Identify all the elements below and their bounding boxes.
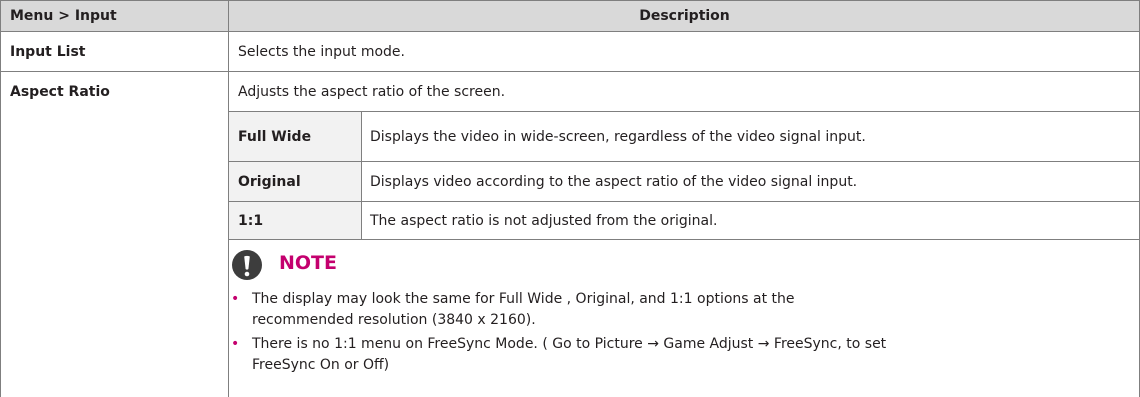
border-top xyxy=(0,0,1140,1)
option-name-full-wide: Full Wide xyxy=(238,129,312,145)
divider-option-col xyxy=(361,111,362,240)
divider-row2 xyxy=(228,111,1140,112)
note-title: NOTE xyxy=(279,252,337,274)
row-name-aspect-ratio: Aspect Ratio xyxy=(10,84,110,100)
option-name-1-1: 1:1 xyxy=(238,213,264,229)
note-bullet: • xyxy=(231,291,240,307)
divider-header xyxy=(0,31,1140,32)
note-bullet: • xyxy=(231,336,240,352)
option-desc-original: Displays video according to the aspect r… xyxy=(370,174,858,190)
option-desc-1-1: The aspect ratio is not adjusted from th… xyxy=(370,213,718,229)
header-menu-label: Menu > Input xyxy=(10,7,117,24)
input-menu-table: Menu > Input Description Input List Sele… xyxy=(0,0,1140,397)
divider-option3 xyxy=(228,239,1140,240)
divider-col1 xyxy=(228,0,229,397)
row-desc-input-list: Selects the input mode. xyxy=(238,44,405,60)
row-name-input-list: Input List xyxy=(10,44,86,60)
option-desc-full-wide: Displays the video in wide-screen, regar… xyxy=(370,129,866,145)
border-left xyxy=(0,0,1,397)
header-description-label: Description xyxy=(639,7,730,24)
divider-row1 xyxy=(0,71,1140,72)
exclamation-icon xyxy=(232,250,262,280)
option-name-original: Original xyxy=(238,174,301,190)
divider-option1 xyxy=(228,161,1140,162)
divider-option2 xyxy=(228,201,1140,202)
note-item-2: There is no 1:1 menu on FreeSync Mode. (… xyxy=(252,336,887,373)
note-item-1: The display may look the same for Full W… xyxy=(252,291,795,328)
row-desc-aspect-ratio: Adjusts the aspect ratio of the screen. xyxy=(238,84,506,100)
